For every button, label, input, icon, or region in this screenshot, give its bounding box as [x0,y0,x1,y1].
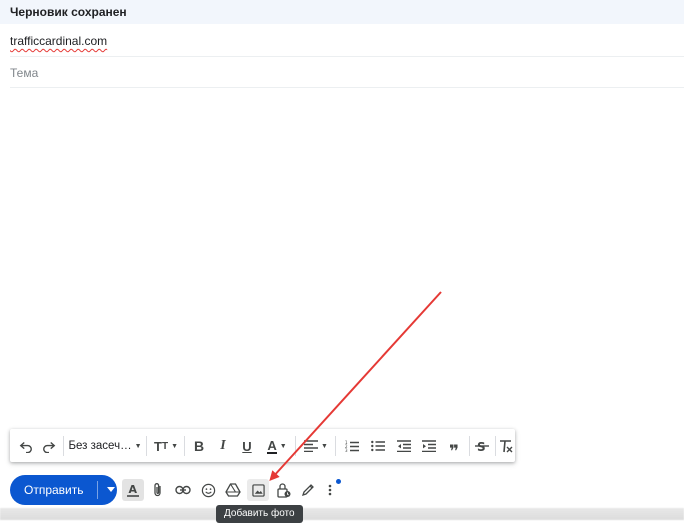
insert-photo-tooltip: Добавить фото [216,505,303,523]
attach-icon[interactable] [147,479,169,501]
message-body[interactable] [10,90,674,420]
bulleted-list-icon[interactable] [367,435,389,457]
svg-text:3: 3 [345,448,348,452]
font-family-select[interactable]: Без засеч… ▼ [68,435,142,457]
formatting-toolbar: Без засеч… ▼ TT▼ B I U A▼ ▼ 123 ❞ S [10,429,515,462]
toolbar-divider [63,436,64,456]
toolbar-divider [184,436,185,456]
notification-dot [336,479,341,484]
underline-icon[interactable]: U [237,435,257,457]
send-button[interactable]: Отправить [10,475,117,505]
formatting-options-icon[interactable]: A [122,479,144,501]
confidential-mode-icon[interactable] [272,479,294,501]
send-label: Отправить [24,483,84,497]
toolbar-divider [146,436,147,456]
quote-icon[interactable]: ❞ [443,435,465,462]
insert-photo-icon[interactable] [247,479,269,501]
drive-icon[interactable] [222,479,244,501]
emoji-icon[interactable] [197,479,219,501]
send-options-chevron-icon[interactable] [107,487,115,492]
toolbar-divider [495,436,496,456]
toolbar-divider [335,436,336,456]
compose-bottom-toolbar: Отправить A [0,470,684,510]
align-icon[interactable]: ▼ [301,435,331,457]
svg-text:A: A [129,483,138,496]
indent-more-icon[interactable] [418,435,440,457]
text-color-icon[interactable]: A ▼ [262,435,292,457]
italic-icon[interactable]: I [213,435,233,457]
signature-icon[interactable] [297,479,319,501]
draft-saved-status: Черновик сохранен [10,5,127,19]
recipients-field[interactable]: trafficcardinal.com [10,26,684,57]
subject-field[interactable] [10,57,684,88]
subject-input[interactable] [10,64,670,82]
toolbar-divider [295,436,296,456]
numbered-list-icon[interactable]: 123 [341,435,363,457]
toolbar-divider [469,436,470,456]
link-icon[interactable] [172,479,194,501]
recipient-address[interactable]: trafficcardinal.com [10,34,107,48]
compose-header: Черновик сохранен [0,0,684,24]
font-size-icon[interactable]: T T ▼ [151,435,181,457]
chevron-down-icon: ▼ [134,442,142,450]
indent-less-icon[interactable] [393,435,415,457]
send-divider [97,481,98,499]
strikethrough-icon[interactable]: S [472,435,492,457]
bold-icon[interactable]: B [189,435,209,457]
remove-formatting-icon[interactable] [497,435,515,457]
background-page-strip [0,508,684,520]
font-family-label: Без засеч… [68,440,132,452]
redo-icon[interactable] [39,435,59,457]
undo-icon[interactable] [16,435,36,457]
